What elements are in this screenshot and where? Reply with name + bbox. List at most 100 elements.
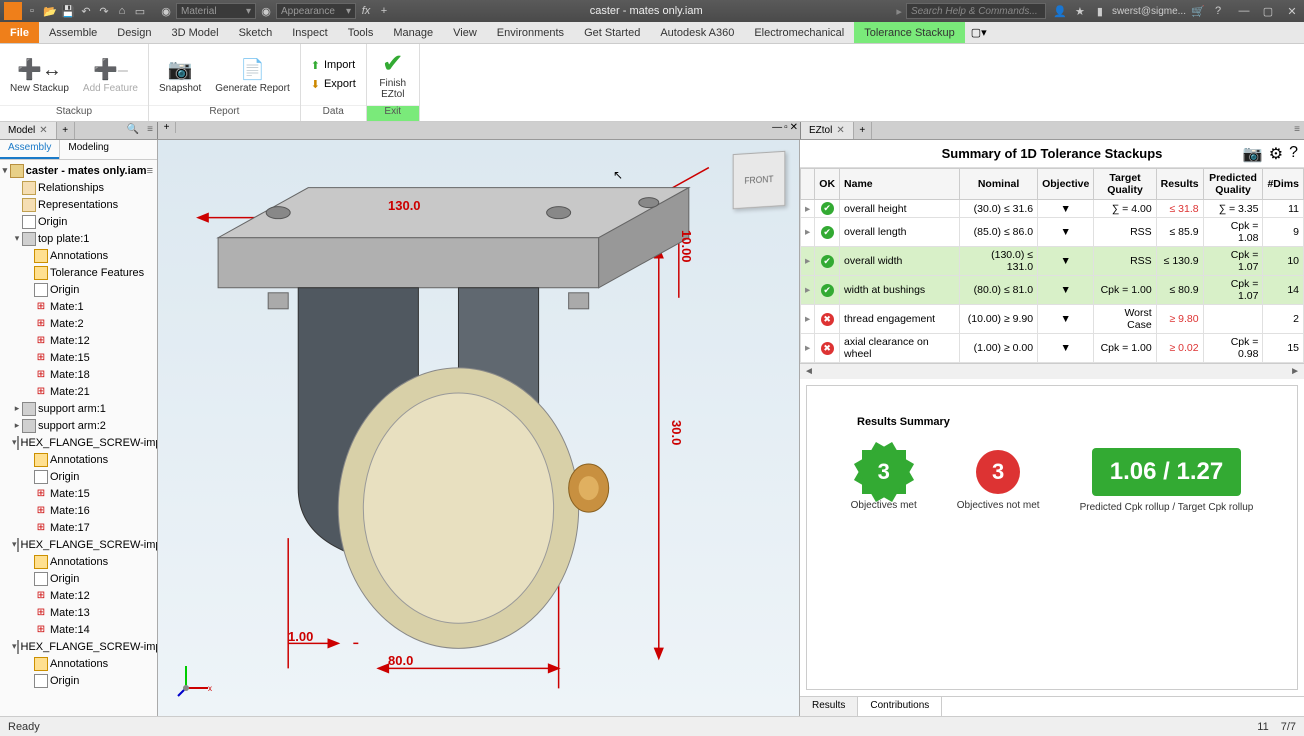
tab-file[interactable]: File xyxy=(0,22,39,43)
tab-getstarted[interactable]: Get Started xyxy=(574,22,650,43)
tree-node[interactable]: ⊞Mate:12 xyxy=(0,587,157,604)
contributions-tab[interactable]: Contributions xyxy=(858,697,942,716)
table-row[interactable]: ▸✖thread engagement(10.00) ≥ 9.90▼Worst … xyxy=(801,305,1304,334)
new-icon[interactable]: ▫ xyxy=(24,3,40,19)
tree-node[interactable]: Representations xyxy=(0,196,157,213)
maximize-button[interactable]: ▢ xyxy=(1256,0,1280,22)
tab-electromechanical[interactable]: Electromechanical xyxy=(744,22,854,43)
tree-node[interactable]: Origin xyxy=(0,672,157,689)
plus-icon[interactable]: + xyxy=(376,3,392,19)
settings-icon[interactable]: ⚙ xyxy=(1269,144,1283,164)
close-button[interactable]: ✕ xyxy=(1280,0,1304,22)
undo-icon[interactable]: ↶ xyxy=(78,3,94,19)
tree-node[interactable]: ⊞Mate:17 xyxy=(0,519,157,536)
tab-view[interactable]: View xyxy=(443,22,487,43)
model-browser-tab[interactable]: Model✕ xyxy=(0,122,57,139)
home-icon[interactable]: ⌂ xyxy=(114,3,130,19)
export-button[interactable]: ⬇Export xyxy=(307,76,360,93)
tree-node[interactable]: Origin xyxy=(0,213,157,230)
results-tab[interactable]: Results xyxy=(800,697,858,716)
tab-sketch[interactable]: Sketch xyxy=(229,22,283,43)
model-tree[interactable]: ▾caster - mates only.iam≡RelationshipsRe… xyxy=(0,160,157,716)
add-tab-button[interactable]: + xyxy=(57,122,75,139)
tab-assemble[interactable]: Assemble xyxy=(39,22,107,43)
tab-a360[interactable]: Autodesk A360 xyxy=(650,22,744,43)
tree-node[interactable]: ⊞Mate:21 xyxy=(0,383,157,400)
add-view-tab[interactable]: + xyxy=(158,122,176,133)
tree-node[interactable]: ▾HEX_FLANGE_SCREW-impor xyxy=(0,434,157,451)
browser-menu-icon[interactable]: ≡ xyxy=(143,122,157,139)
signin-icon[interactable]: 👤 xyxy=(1052,3,1068,19)
tree-node[interactable]: ⊞Mate:16 xyxy=(0,502,157,519)
record-icon[interactable]: ▢▾ xyxy=(965,22,993,43)
tree-node[interactable]: ⊞Mate:1 xyxy=(0,298,157,315)
tab-tools[interactable]: Tools xyxy=(338,22,384,43)
help-icon[interactable]: ? xyxy=(1210,3,1226,19)
material-combo[interactable]: Material▾ xyxy=(176,3,256,19)
open-icon[interactable]: 📂 xyxy=(42,3,58,19)
tree-node[interactable]: ▾HEX_FLANGE_SCREW-impor xyxy=(0,638,157,655)
table-row[interactable]: ▸✔overall height(30.0) ≤ 31.6▼∑ = 4.00≤ … xyxy=(801,200,1304,218)
table-row[interactable]: ▸✔overall length(85.0) ≤ 86.0▼RSS≤ 85.9C… xyxy=(801,218,1304,247)
browser-tab-modeling[interactable]: Modeling xyxy=(60,140,117,159)
help-search-input[interactable]: Search Help & Commands... xyxy=(906,3,1046,19)
tree-node[interactable]: ▸support arm:2 xyxy=(0,417,157,434)
tree-node[interactable]: Origin xyxy=(0,570,157,587)
view-restore-icon[interactable]: ▫ xyxy=(784,122,788,139)
tree-root[interactable]: ▾caster - mates only.iam≡ xyxy=(0,162,157,179)
select-icon[interactable]: ▭ xyxy=(132,3,148,19)
tab-design[interactable]: Design xyxy=(107,22,161,43)
user-icon[interactable]: ▮ xyxy=(1092,3,1108,19)
table-scrollbar[interactable]: ◄► xyxy=(800,363,1304,379)
close-icon[interactable]: ✕ xyxy=(39,125,47,136)
tab-3dmodel[interactable]: 3D Model xyxy=(162,22,229,43)
cart-icon[interactable]: 🛒 xyxy=(1190,3,1206,19)
close-icon[interactable]: ✕ xyxy=(836,125,844,136)
new-stackup-button[interactable]: ➕↔ New Stackup xyxy=(6,53,73,96)
panel-menu-icon[interactable]: ≡ xyxy=(1290,122,1304,139)
search-browser-icon[interactable]: 🔍 xyxy=(123,122,143,139)
tree-node[interactable]: ⊞Mate:15 xyxy=(0,485,157,502)
tree-node[interactable]: ▸support arm:1 xyxy=(0,400,157,417)
minimize-button[interactable]: — xyxy=(1232,0,1256,22)
finish-eztol-button[interactable]: ✔ Finish EZtol xyxy=(373,48,413,102)
favorite-icon[interactable]: ★ xyxy=(1072,3,1088,19)
tab-environments[interactable]: Environments xyxy=(487,22,574,43)
tree-node[interactable]: ▾top plate:1 xyxy=(0,230,157,247)
tree-node[interactable]: Annotations xyxy=(0,655,157,672)
import-button[interactable]: ⬆Import xyxy=(307,57,360,74)
tree-node[interactable]: ⊞Mate:14 xyxy=(0,621,157,638)
fx-icon[interactable]: fx xyxy=(358,3,374,19)
tree-node[interactable]: ⊞Mate:2 xyxy=(0,315,157,332)
tree-node[interactable]: ⊞Mate:15 xyxy=(0,349,157,366)
tab-tolerance-stackup[interactable]: Tolerance Stackup xyxy=(854,22,965,43)
tree-node[interactable]: Origin xyxy=(0,281,157,298)
tab-inspect[interactable]: Inspect xyxy=(282,22,337,43)
generate-report-button[interactable]: 📄 Generate Report xyxy=(211,53,294,96)
redo-icon[interactable]: ↷ xyxy=(96,3,112,19)
material-icon[interactable]: ◉ xyxy=(158,3,174,19)
snapshot-button[interactable]: 📷 Snapshot xyxy=(155,53,205,96)
save-icon[interactable]: 💾 xyxy=(60,3,76,19)
snapshot-icon[interactable]: 📷 xyxy=(1243,144,1263,164)
tree-node[interactable]: Tolerance Features xyxy=(0,264,157,281)
tab-manage[interactable]: Manage xyxy=(383,22,443,43)
tree-node[interactable]: Annotations xyxy=(0,553,157,570)
tree-node[interactable]: ⊞Mate:13 xyxy=(0,604,157,621)
browser-tab-assembly[interactable]: Assembly xyxy=(0,140,59,159)
add-panel-tab[interactable]: + xyxy=(854,122,872,139)
appearance-combo[interactable]: Appearance▾ xyxy=(276,3,356,19)
view-close-icon[interactable]: ✕ xyxy=(790,122,798,139)
appearance-icon[interactable]: ◉ xyxy=(258,3,274,19)
eztol-panel-tab[interactable]: EZtol✕ xyxy=(801,122,854,139)
tree-node[interactable]: ⊞Mate:12 xyxy=(0,332,157,349)
table-row[interactable]: ▸✔overall width(130.0) ≤ 131.0▼RSS≤ 130.… xyxy=(801,247,1304,276)
tree-node[interactable]: ⊞Mate:18 xyxy=(0,366,157,383)
view-minimize-icon[interactable]: — xyxy=(772,122,782,139)
tree-node[interactable]: ▾HEX_FLANGE_SCREW-impor xyxy=(0,536,157,553)
tree-node[interactable]: Origin xyxy=(0,468,157,485)
viewcube[interactable]: FRONT xyxy=(733,151,786,209)
table-row[interactable]: ▸✖axial clearance on wheel(1.00) ≥ 0.00▼… xyxy=(801,334,1304,363)
tree-node[interactable]: Annotations xyxy=(0,247,157,264)
table-row[interactable]: ▸✔width at bushings(80.0) ≤ 81.0▼Cpk = 1… xyxy=(801,276,1304,305)
